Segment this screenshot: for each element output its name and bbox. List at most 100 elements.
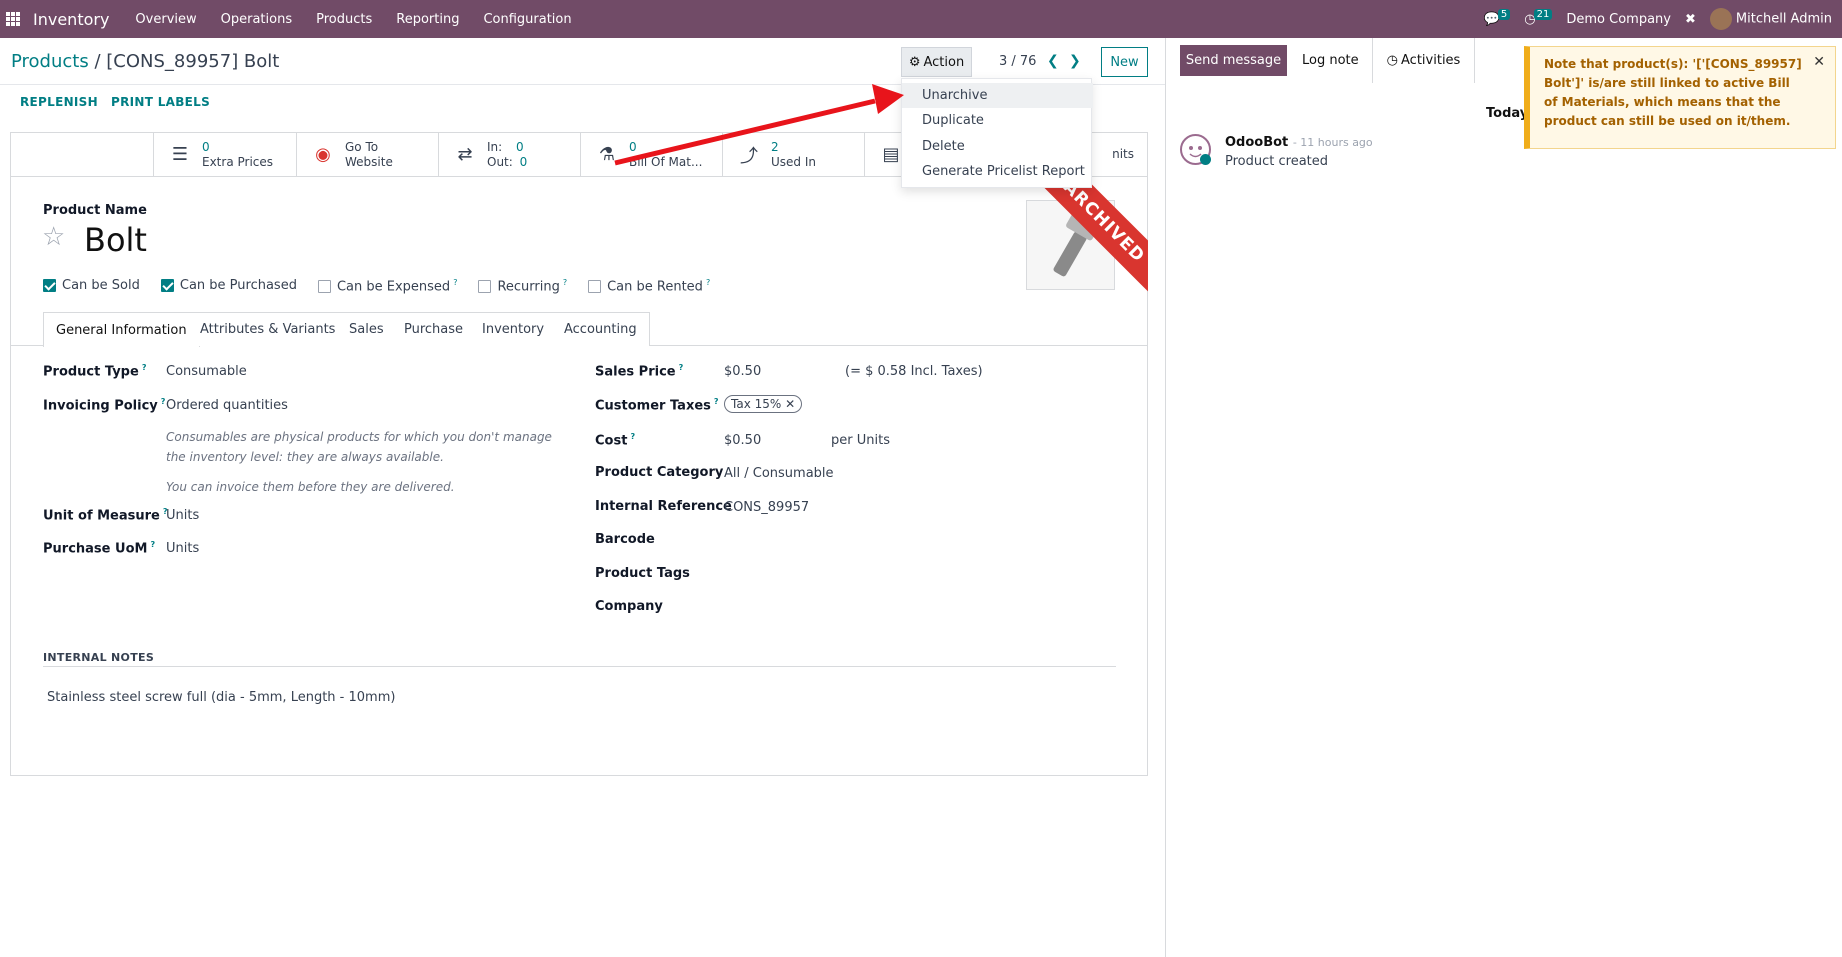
warning-notification: Note that product(s): '['[CONS_89957] Bo… <box>1524 46 1836 149</box>
help-icon[interactable]: ? <box>161 397 166 406</box>
close-icon[interactable]: ✕ <box>1813 53 1825 72</box>
sales-price-label: Sales Price? <box>595 363 683 379</box>
internal-reference-field[interactable]: CONS_89957 <box>724 500 809 515</box>
heart-icon <box>1200 154 1211 165</box>
bill-of-materials-button[interactable]: ⚗ 0 Bill Of Mat... <box>580 132 722 177</box>
credit-card-icon: ▤ <box>882 144 900 165</box>
remove-tag-icon[interactable]: ✕ <box>785 397 795 411</box>
send-message-button[interactable]: Send message <box>1180 45 1287 76</box>
can-be-rented-checkbox[interactable]: Can be Rented? <box>588 278 710 294</box>
checkbox-icon <box>43 279 56 292</box>
can-be-expensed-checkbox[interactable]: Can be Expensed? <box>317 278 457 294</box>
pager-value[interactable]: 3 / 76 <box>999 54 1036 69</box>
cost-field[interactable]: $0.50 <box>724 433 761 448</box>
replenish-button[interactable]: REPLENISH <box>20 95 98 109</box>
help-icon[interactable]: ? <box>453 278 457 287</box>
website-label: Website <box>345 154 393 169</box>
product-type-field[interactable]: Consumable <box>166 364 247 379</box>
top-navbar: Inventory Overview Operations Products R… <box>0 0 1842 38</box>
recurring-label: Recurring <box>497 279 560 295</box>
go-to-website-button[interactable]: ◉ Go To Website <box>296 132 438 177</box>
help-icon[interactable]: ? <box>630 432 635 441</box>
in-out-button[interactable]: ⇄ In: 0 Out: 0 <box>438 132 580 177</box>
action-label: Action <box>923 54 965 70</box>
menu-item-duplicate[interactable]: Duplicate <box>902 108 1093 133</box>
print-labels-button[interactable]: PRINT LABELS <box>111 95 210 109</box>
log-note-button[interactable]: Log note <box>1302 53 1359 68</box>
menu-reporting[interactable]: Reporting <box>396 12 459 27</box>
tab-accounting[interactable]: Accounting <box>552 312 650 346</box>
uom-label: Unit of Measure? <box>43 507 168 523</box>
new-button[interactable]: New <box>1101 47 1148 77</box>
invoicing-policy-field[interactable]: Ordered quantities <box>166 398 288 413</box>
used-in-label: Used In <box>771 154 816 169</box>
uom-field[interactable]: Units <box>166 508 199 523</box>
company-switcher[interactable]: Demo Company <box>1566 12 1671 27</box>
menu-item-unarchive[interactable]: Unarchive <box>902 83 1093 108</box>
tools-icon[interactable]: ✖ <box>1685 12 1696 27</box>
purchase-uom-field[interactable]: Units <box>166 541 199 556</box>
checkbox-icon <box>478 280 492 294</box>
breadcrumb-current: [CONS_89957] Bolt <box>106 51 280 72</box>
in-label: In: <box>487 139 503 154</box>
help-icon[interactable]: ? <box>563 278 567 287</box>
extra-prices-count: 0 <box>202 139 210 154</box>
product-name-field[interactable]: Bolt <box>84 221 147 259</box>
activities-label: Activities <box>1401 53 1461 68</box>
bom-label: Bill Of Mat... <box>629 154 703 169</box>
menu-configuration[interactable]: Configuration <box>483 12 571 27</box>
can-be-purchased-label: Can be Purchased <box>179 278 297 293</box>
internal-notes-field[interactable]: Stainless steel screw full (dia - 5mm, L… <box>47 690 395 705</box>
menu-overview[interactable]: Overview <box>135 12 196 27</box>
activities-button[interactable]: ◷21 <box>1524 8 1553 27</box>
extra-prices-button[interactable]: ☰ 0 Extra Prices <box>153 132 296 177</box>
help-icon[interactable]: ? <box>706 278 710 287</box>
breadcrumb: Products / [CONS_89957] Bolt <box>11 51 279 72</box>
user-menu[interactable]: Mitchell Admin <box>1709 8 1832 30</box>
help-icon[interactable]: ? <box>150 540 155 549</box>
sales-price-field[interactable]: $0.50 <box>724 364 761 379</box>
app-name[interactable]: Inventory <box>33 10 109 29</box>
invoicing-policy-label: Invoicing Policy? <box>43 397 165 413</box>
pager-previous-icon[interactable]: ❮ <box>1047 53 1059 69</box>
tab-sales[interactable]: Sales <box>337 312 397 346</box>
help-icon[interactable]: ? <box>142 363 147 372</box>
globe-icon: ◉ <box>315 144 331 165</box>
favorite-star-icon[interactable]: ☆ <box>42 222 65 252</box>
purchase-uom-label: Purchase UoM? <box>43 540 155 556</box>
recurring-checkbox[interactable]: Recurring? <box>478 278 567 294</box>
messages-button[interactable]: 💬5 <box>1484 8 1511 27</box>
tab-general-information[interactable]: General Information <box>43 312 200 347</box>
purchase-uom-label-text: Purchase UoM <box>43 541 148 557</box>
bom-count: 0 <box>629 139 637 154</box>
can-be-purchased-checkbox[interactable]: Can be Purchased <box>160 278 297 294</box>
breadcrumb-products[interactable]: Products <box>11 51 89 72</box>
in-value: 0 <box>516 139 524 154</box>
archived-ribbon: ARCHIVED <box>1034 170 1148 292</box>
user-name: Mitchell Admin <box>1735 11 1832 27</box>
date-separator: Today <box>1486 106 1529 121</box>
action-button[interactable]: ⚙ Action <box>901 47 972 77</box>
can-be-sold-checkbox[interactable]: Can be Sold <box>43 278 140 294</box>
product-name-label: Product Name <box>43 203 147 218</box>
menu-operations[interactable]: Operations <box>221 12 292 27</box>
help-icon[interactable]: ? <box>714 397 719 406</box>
tab-inventory[interactable]: Inventory <box>470 312 558 346</box>
menu-item-delete[interactable]: Delete <box>902 134 1093 159</box>
menu-item-generate-pricelist-report[interactable]: Generate Pricelist Report <box>902 159 1093 184</box>
tab-attributes-variants[interactable]: Attributes & Variants <box>188 312 349 346</box>
pager-next-icon[interactable]: ❯ <box>1069 53 1081 69</box>
tax-tag[interactable]: Tax 15% ✕ <box>724 395 803 413</box>
activities-chatter-button[interactable]: ◷ Activities <box>1372 38 1475 83</box>
used-in-button[interactable]: ⤴ 2 Used In <box>722 132 864 177</box>
tab-purchase[interactable]: Purchase <box>392 312 477 346</box>
app-menu-icon[interactable] <box>6 12 20 26</box>
checkbox-icon <box>317 280 331 294</box>
gear-icon: ⚙ <box>908 54 921 70</box>
arrow-head <box>872 84 904 114</box>
product-category-field[interactable]: All / Consumable <box>724 466 834 481</box>
out-value: 0 <box>519 154 528 169</box>
help-icon[interactable]: ? <box>679 363 684 372</box>
menu-products[interactable]: Products <box>316 12 372 27</box>
out-label: Out: <box>487 154 513 169</box>
